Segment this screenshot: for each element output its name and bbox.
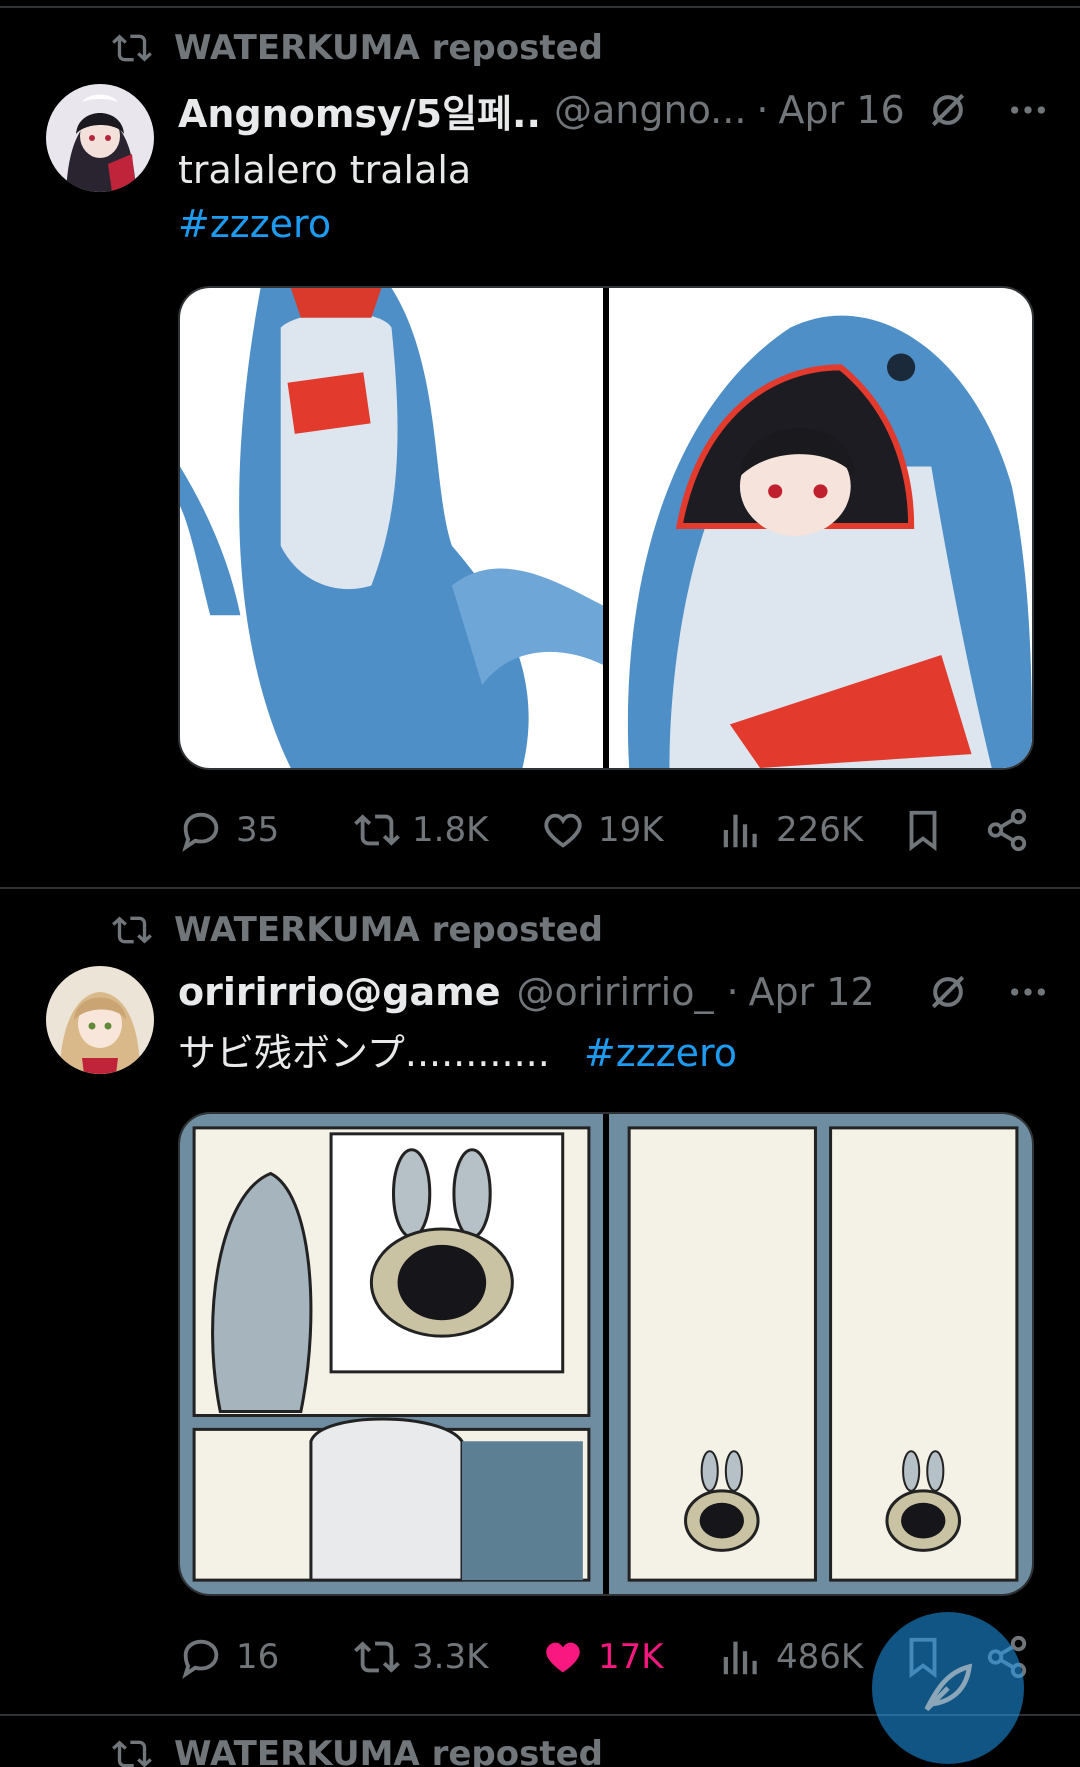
heart-icon (546, 1642, 580, 1673)
reply-count: 35 (236, 810, 280, 850)
views-count: 226K (776, 810, 864, 850)
avatar[interactable] (46, 84, 154, 192)
repost-icon (112, 34, 152, 62)
display-name[interactable]: oririrrio@game (178, 970, 500, 1014)
top-divider (0, 6, 1080, 8)
header-actions (926, 80, 1048, 140)
repost-count: 3.3K (412, 1637, 489, 1677)
reply-count: 16 (236, 1637, 280, 1677)
separator: · (726, 970, 739, 1014)
bookmark-button[interactable] (900, 800, 946, 860)
views-icon (723, 1641, 757, 1675)
repost-indicator: WATERKUMA reposted (112, 1734, 603, 1767)
like-count: 17K (598, 1637, 664, 1677)
share-button[interactable] (984, 800, 1030, 860)
repost-icon (112, 1740, 152, 1767)
share-icon (987, 808, 1027, 852)
post-divider (0, 887, 1080, 889)
hashtag-link[interactable]: #zzzero (584, 1031, 737, 1075)
tweet-text: tralalero tralala #zzzero (178, 143, 471, 251)
repost-icon (354, 814, 400, 846)
more-icon[interactable] (1008, 972, 1048, 1012)
header-actions (926, 962, 1048, 1022)
media-image-2[interactable] (609, 288, 1032, 768)
compose-button[interactable] (872, 1612, 1024, 1764)
like-button[interactable]: 17K (540, 1627, 664, 1687)
repost-button[interactable]: 1.8K (354, 800, 488, 860)
views-button[interactable]: 486K (718, 1627, 863, 1687)
views-count: 486K (776, 1637, 864, 1677)
tweet-body: tralalero tralala (178, 148, 472, 192)
like-button[interactable]: 19K (540, 800, 664, 860)
repost-icon (112, 916, 152, 944)
like-count: 19K (598, 810, 664, 850)
display-name[interactable]: Angnomsy/5일페... (178, 83, 538, 138)
media-grid[interactable] (178, 1112, 1034, 1596)
avatar[interactable] (46, 966, 154, 1074)
handle[interactable]: @angno... (554, 88, 746, 132)
reply-button[interactable]: 16 (178, 1627, 279, 1687)
repost-label[interactable]: WATERKUMA reposted (174, 910, 603, 950)
reply-button[interactable]: 35 (178, 800, 279, 860)
repost-label[interactable]: WATERKUMA reposted (174, 28, 603, 68)
tweet-body: サビ残ボンプ............ (178, 1031, 550, 1075)
media-image-1[interactable] (180, 1114, 603, 1594)
hashtag-link[interactable]: #zzzero (178, 197, 471, 251)
action-bar: 35 1.8K 19K 226K (178, 800, 1034, 860)
media-image-2[interactable] (609, 1114, 1032, 1594)
more-icon[interactable] (1008, 90, 1048, 130)
grok-icon[interactable] (926, 88, 970, 132)
views-icon (723, 814, 757, 848)
repost-indicator: WATERKUMA reposted (112, 28, 603, 68)
repost-count: 1.8K (412, 810, 489, 850)
views-button[interactable]: 226K (718, 800, 863, 860)
media-image-1[interactable] (180, 288, 603, 768)
post-date[interactable]: Apr 12 (749, 970, 875, 1014)
bookmark-icon (909, 810, 937, 852)
repost-indicator: WATERKUMA reposted (112, 910, 603, 950)
heart-icon (544, 813, 582, 848)
repost-icon (354, 1641, 400, 1673)
compose-feather-icon (924, 1663, 973, 1712)
separator: · (756, 88, 769, 132)
tweet-text: サビ残ボンプ............ #zzzero (178, 1026, 737, 1080)
grok-icon[interactable] (926, 970, 970, 1014)
media-grid[interactable] (178, 286, 1034, 770)
post-date[interactable]: Apr 16 (779, 88, 905, 132)
tweet-header: oririrrio@game @oririrrio_0 · Apr 12 (178, 962, 1048, 1022)
tweet-header: Angnomsy/5일페... @angno... · Apr 16 (178, 80, 1048, 140)
reply-icon (182, 812, 219, 852)
repost-label[interactable]: WATERKUMA reposted (174, 1734, 603, 1767)
repost-button[interactable]: 3.3K (354, 1627, 488, 1687)
handle[interactable]: @oririrrio_0 (516, 970, 716, 1014)
reply-icon (182, 1639, 219, 1679)
